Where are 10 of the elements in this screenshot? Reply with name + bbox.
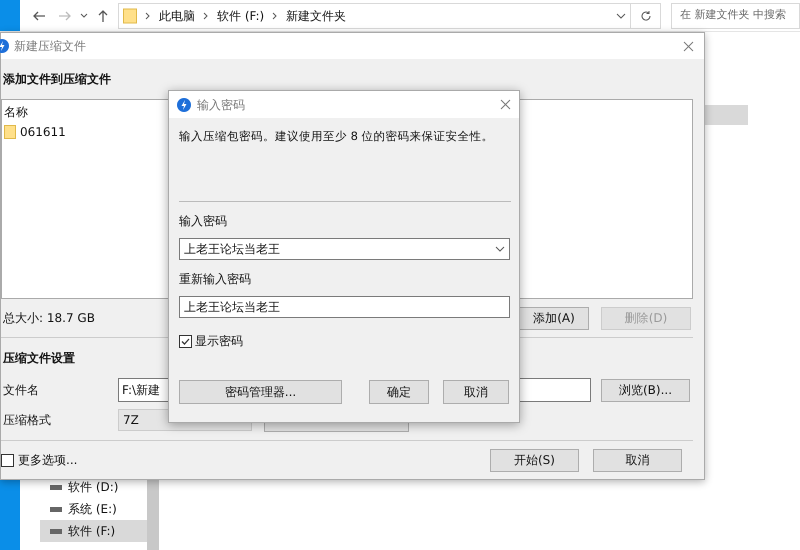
section-heading: 压缩文件设置: [3, 350, 75, 367]
section-heading: 添加文件到压缩文件: [3, 71, 111, 88]
window-title: 输入密码: [197, 96, 245, 114]
field-label: 重新输入密码: [179, 271, 252, 286]
total-size: 总大小: 18.7 GB: [3, 310, 95, 327]
field-label: 压缩格式: [3, 412, 52, 429]
message-text: 输入压缩包密码。建议使用至少 8 位的密码来保证安全性。: [179, 128, 495, 145]
window-title: 新建压缩文件: [14, 38, 86, 55]
field-label: 文件名: [3, 382, 40, 399]
field-label: 输入密码: [179, 213, 228, 228]
